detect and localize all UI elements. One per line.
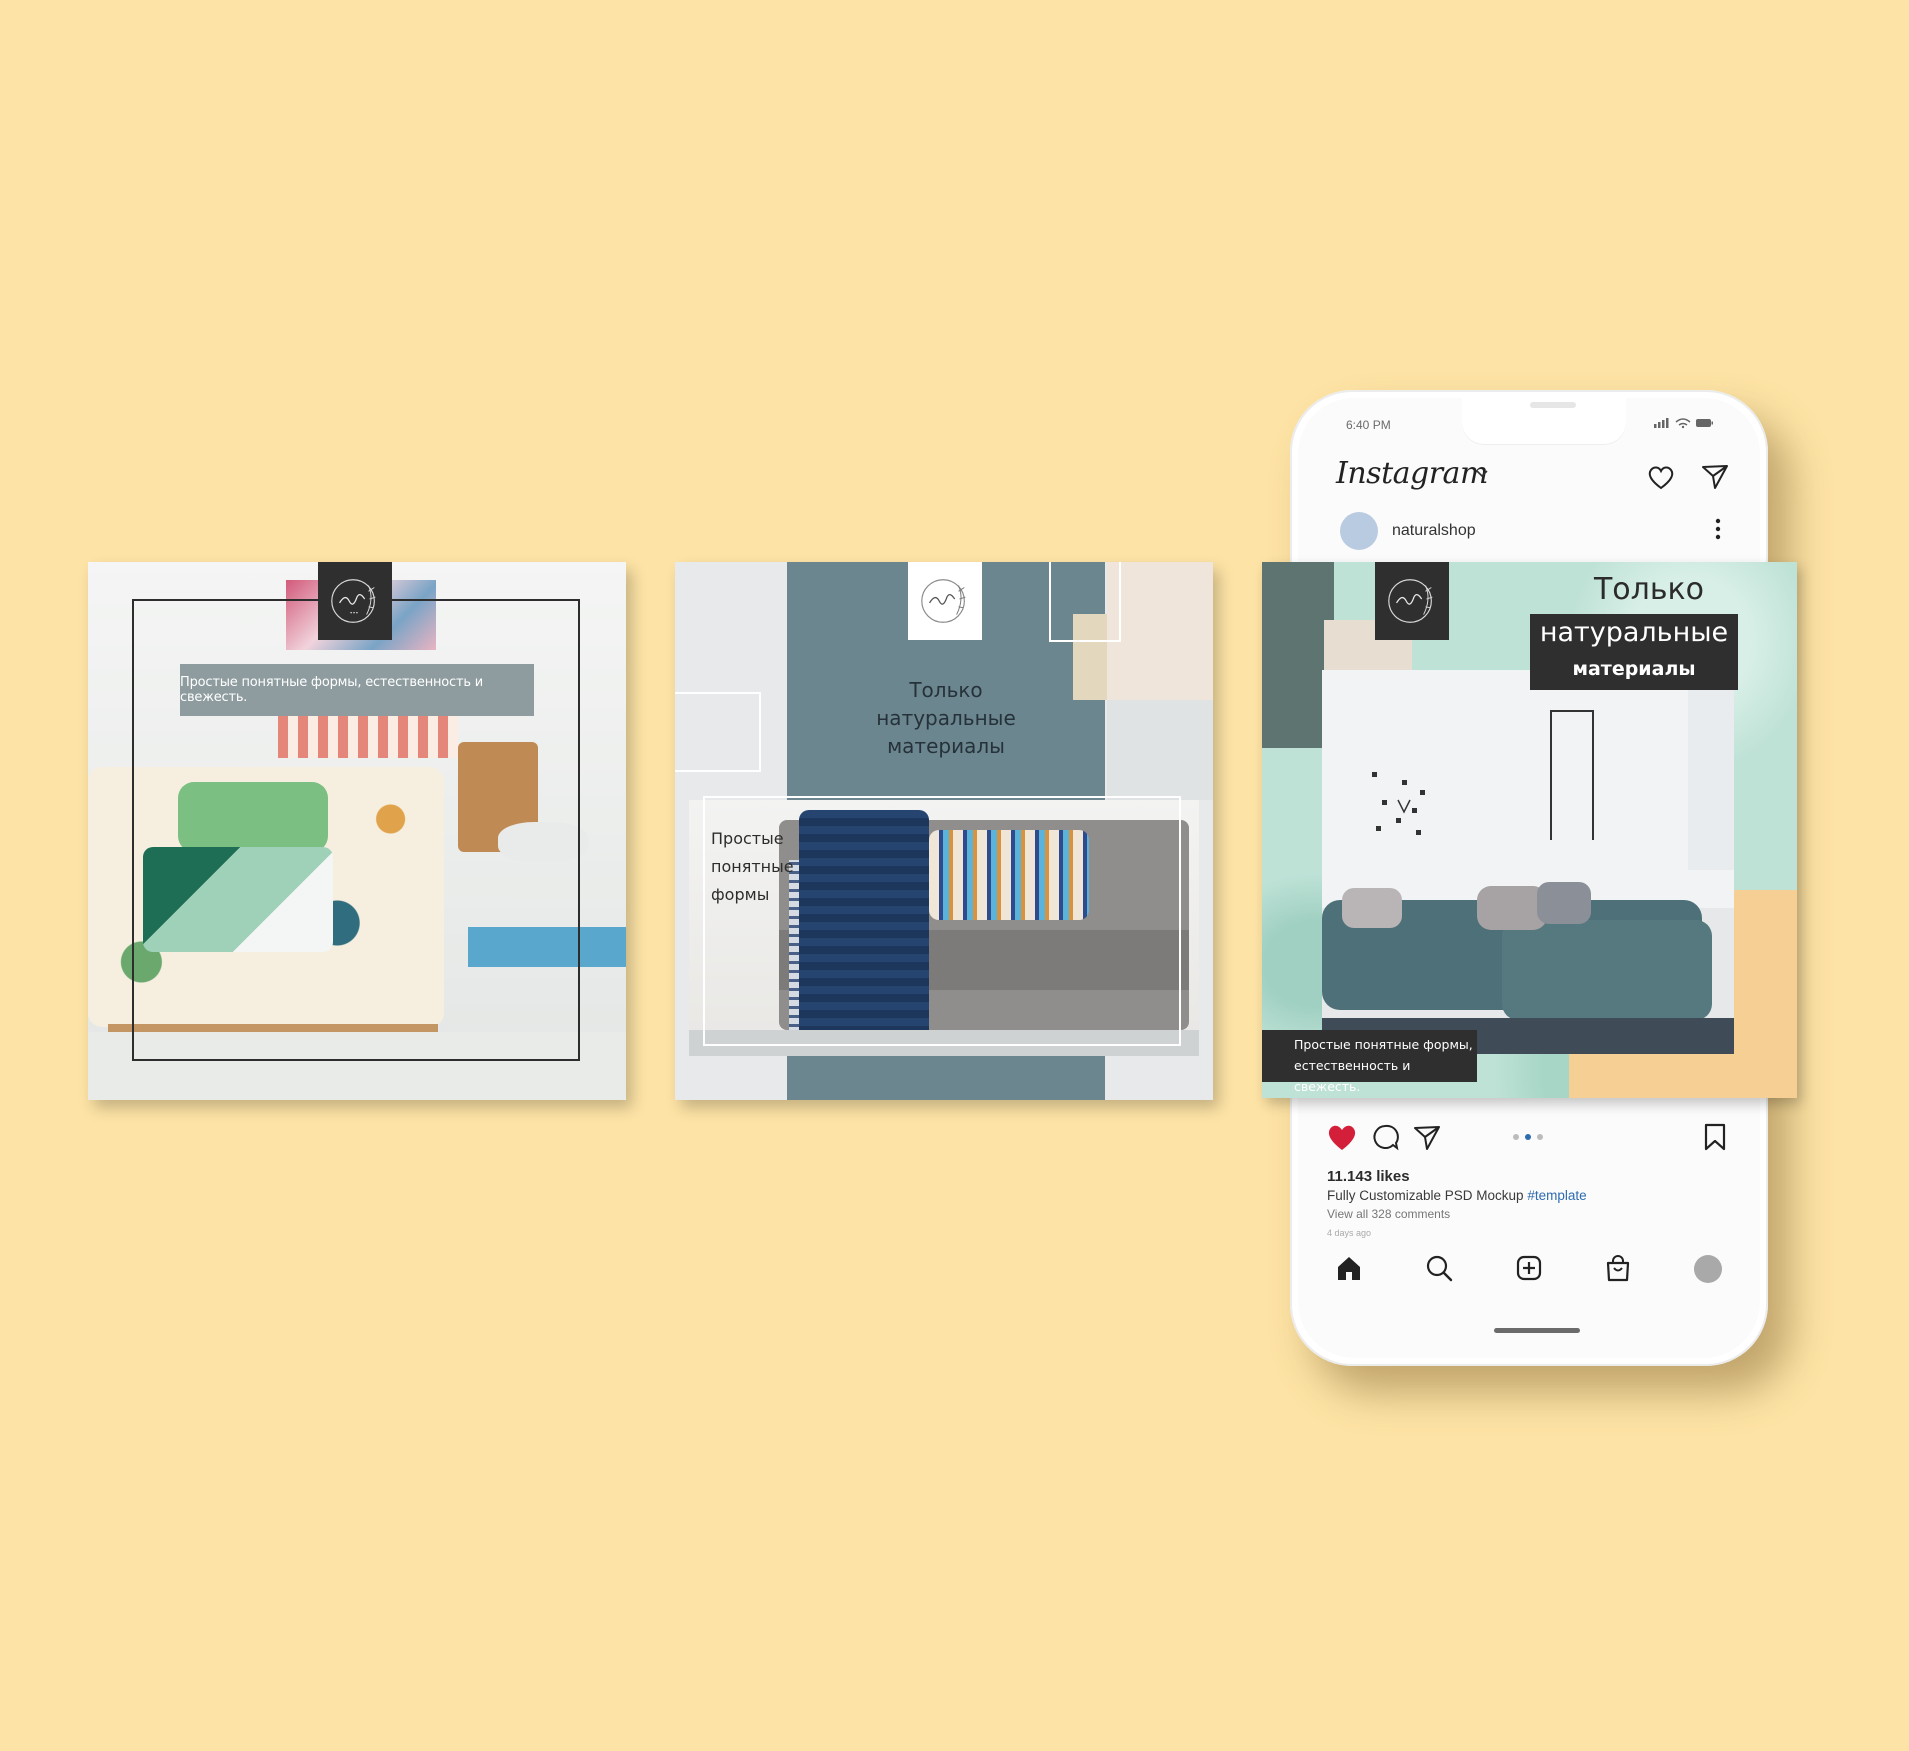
username[interactable]: naturalshop xyxy=(1392,522,1476,540)
subtitle-line: формы xyxy=(711,885,770,904)
avatar[interactable] xyxy=(1340,512,1378,550)
carousel-dot xyxy=(1513,1134,1519,1140)
more-options-icon[interactable] xyxy=(1714,516,1722,542)
outline-frame-left xyxy=(675,692,761,772)
brand-logo xyxy=(318,562,392,640)
natural-logo-icon xyxy=(1388,579,1433,623)
add-post-icon[interactable] xyxy=(1514,1253,1544,1283)
outline-frame-top xyxy=(1049,562,1121,642)
title-line: Только xyxy=(909,678,983,702)
post-caption: Fully Customizable PSD Mockup #template xyxy=(1327,1188,1587,1203)
hashtag-link[interactable]: #template xyxy=(1527,1188,1586,1203)
heart-icon[interactable] xyxy=(1646,462,1676,492)
brand-logo xyxy=(908,562,982,640)
beige-block xyxy=(1107,562,1213,700)
speaker-grille xyxy=(1530,402,1576,408)
subtitle-line: Простые xyxy=(711,829,784,848)
home-icon[interactable] xyxy=(1334,1253,1364,1283)
carousel-dot-active xyxy=(1525,1134,1531,1140)
post-time: 4 days ago xyxy=(1327,1228,1372,1238)
cushion xyxy=(1342,888,1402,928)
search-icon[interactable] xyxy=(1424,1253,1454,1283)
wall-lamp xyxy=(1550,710,1594,840)
profile-avatar[interactable] xyxy=(1694,1255,1722,1283)
light-block xyxy=(1107,700,1213,800)
post-caption-box: Простые понятные формы, естественность и… xyxy=(1262,1030,1477,1094)
title-line: материалы xyxy=(887,734,1005,758)
natural-logo-icon xyxy=(331,579,376,623)
bookmark-icon[interactable] xyxy=(1702,1122,1728,1152)
status-time: 6:40 PM xyxy=(1346,418,1391,432)
post-title-line-1: Только xyxy=(1593,572,1704,607)
title-line: натуральные xyxy=(876,706,1016,730)
natural-logo-icon xyxy=(921,579,966,623)
status-icons xyxy=(1654,418,1713,429)
home-indicator[interactable] xyxy=(1494,1328,1580,1333)
carousel-dots xyxy=(1513,1134,1543,1140)
caption-text: Fully Customizable PSD Mockup xyxy=(1327,1188,1524,1203)
caption-line: естественность и свежесть. xyxy=(1294,1058,1411,1094)
wall-clock-icon xyxy=(1372,772,1425,835)
send-icon[interactable] xyxy=(1700,461,1730,491)
post-title-line-3: материалы xyxy=(1530,652,1738,690)
shop-bag-icon[interactable] xyxy=(1603,1253,1633,1283)
brand-logo xyxy=(1375,562,1449,640)
chevron-down-icon[interactable] xyxy=(1474,466,1490,482)
subtitle-line: понятные xyxy=(711,857,794,876)
caption-line: Простые понятные формы, xyxy=(1294,1037,1473,1052)
view-comments-link[interactable]: View all 328 comments xyxy=(1327,1207,1450,1221)
post-title-line-2: натуральные xyxy=(1530,614,1738,652)
carousel-dot xyxy=(1537,1134,1543,1140)
post-card-2: Только натуральные материалы Простые пон… xyxy=(675,562,1213,1100)
card-banner: Простые понятные формы, естественность и… xyxy=(180,664,534,716)
living-room-photo xyxy=(1322,670,1734,1054)
like-heart-icon[interactable] xyxy=(1326,1122,1358,1152)
sofa-chaise xyxy=(1502,920,1712,1020)
teal-block-bottom xyxy=(787,1056,1105,1100)
card-title: Только натуральные материалы xyxy=(787,676,1105,760)
share-icon[interactable] xyxy=(1412,1122,1442,1152)
comment-icon[interactable] xyxy=(1370,1122,1400,1152)
card-subtitle: Простые понятные формы xyxy=(711,825,821,909)
likes-count[interactable]: 11.143 likes xyxy=(1327,1168,1410,1185)
window xyxy=(1688,670,1734,870)
post-card-3[interactable]: Только натуральные материалы Простые пон… xyxy=(1262,562,1797,1098)
post-card-1: Простые понятные формы, естественность и… xyxy=(88,562,626,1100)
cushion xyxy=(1537,882,1591,924)
instagram-logo[interactable]: Instagram xyxy=(1336,456,1488,491)
